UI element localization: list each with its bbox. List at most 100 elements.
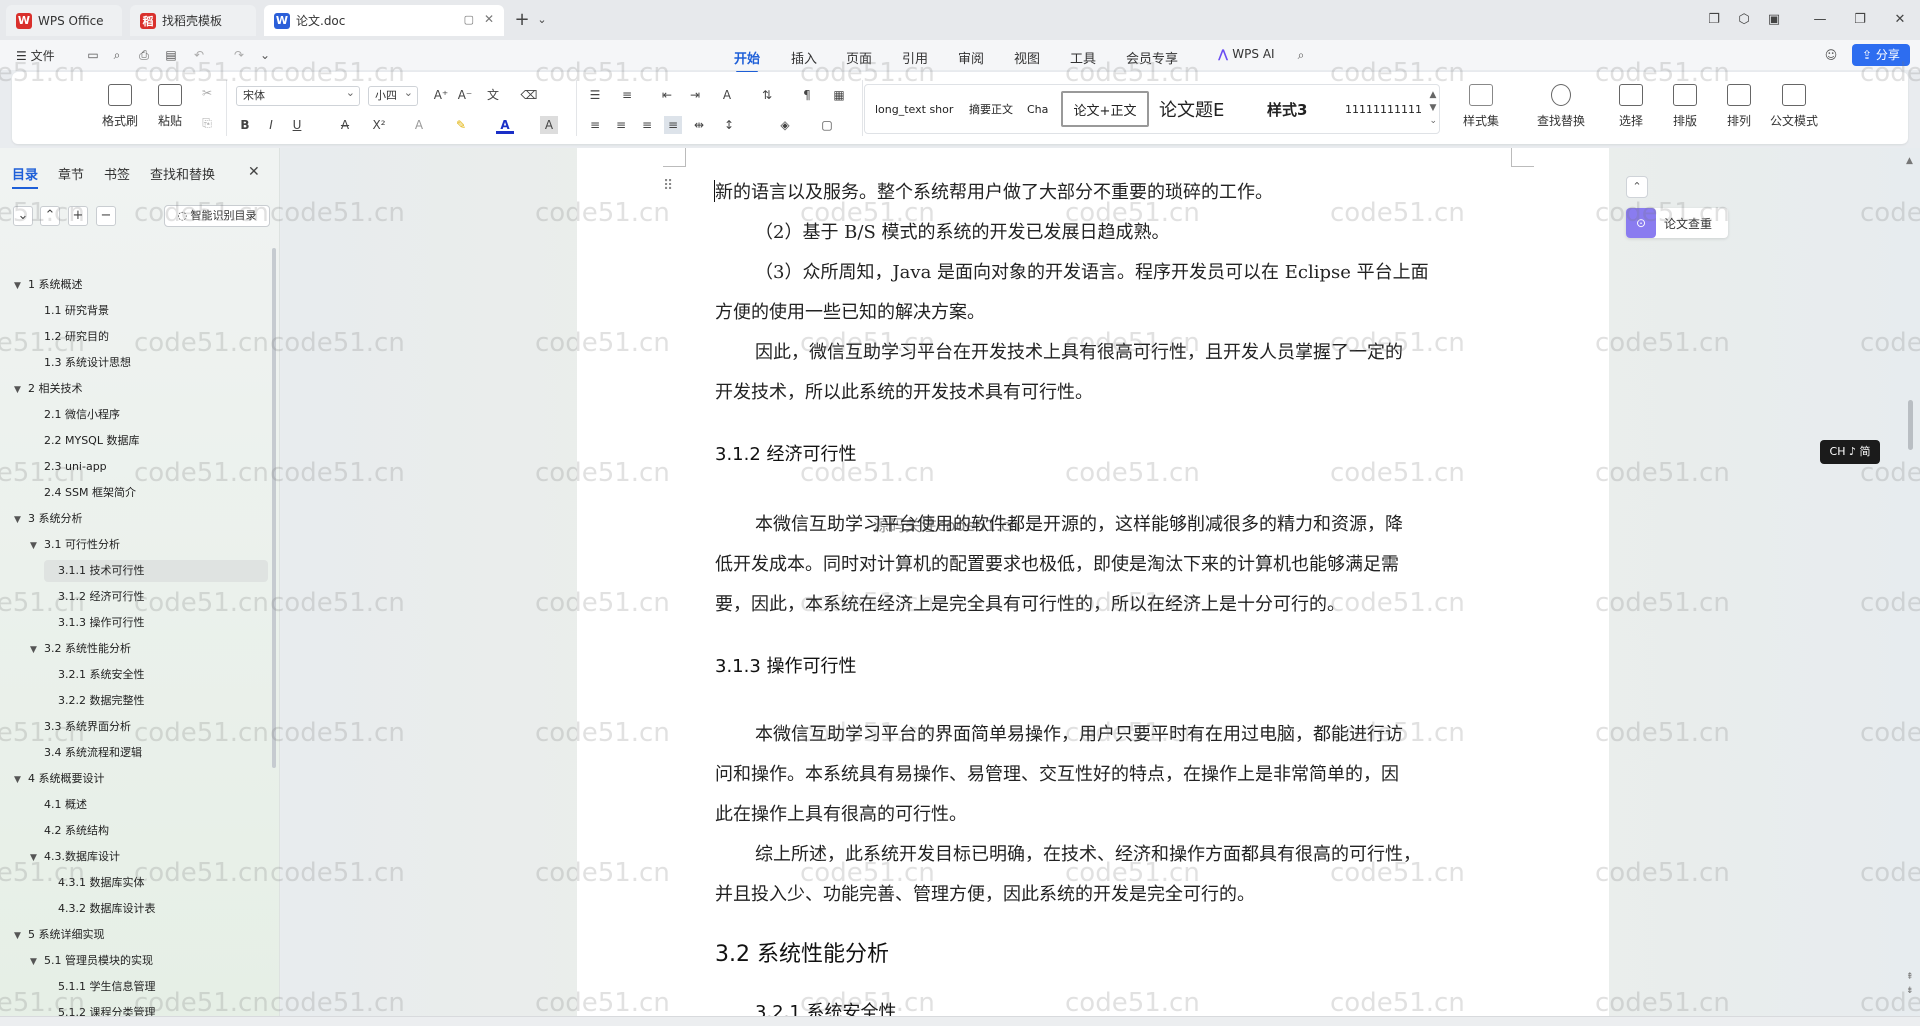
paste-button[interactable]: 粘贴 <box>148 84 192 129</box>
drag-handle-icon[interactable]: ⠿ <box>663 178 673 194</box>
window-mode-icon[interactable]: ▢ <box>464 13 474 26</box>
arrange-button[interactable]: 排列 <box>1716 84 1762 129</box>
toc-item[interactable]: 4.3.2 数据库设计表 <box>44 898 156 920</box>
redo-icon[interactable]: ↷ <box>230 46 248 64</box>
toc-item[interactable]: ▼ 5 系统详细实现 <box>14 924 105 946</box>
show-marks-icon[interactable]: ¶ <box>798 86 816 104</box>
toc-item[interactable]: ▼ 5.1 管理员模块的实现 <box>30 950 153 972</box>
toc-item[interactable]: ▼ 3.1 可行性分析 <box>30 534 120 556</box>
expand-arrow-icon[interactable]: ▼ <box>30 847 44 869</box>
tab-references[interactable]: 引用 <box>902 48 928 67</box>
tab-member[interactable]: 会员专享 <box>1126 48 1178 67</box>
align-center-icon[interactable]: ≡ <box>612 116 630 134</box>
close-tab-icon[interactable]: ✕ <box>484 12 494 26</box>
close-window-icon[interactable]: ✕ <box>1890 10 1910 30</box>
expand-arrow-icon[interactable]: ▼ <box>14 275 28 297</box>
paragraph[interactable]: 新的语言以及服务。整个系统帮用户做了大部分不重要的琐碎的工作。 <box>715 178 1273 204</box>
toc-item[interactable]: 3.4 系统流程和逻辑 <box>30 742 142 764</box>
chat-icon[interactable]: ☺ <box>1822 46 1840 64</box>
expand-arrow-icon[interactable]: ▼ <box>30 639 44 661</box>
toc-item[interactable]: ▼ 1 系统概述 <box>14 274 83 296</box>
restore-icon[interactable]: ❐ <box>1850 10 1870 30</box>
border-icon[interactable]: ▢ <box>818 116 836 134</box>
superscript-icon[interactable]: X² <box>370 116 388 134</box>
select-button[interactable]: 选择 <box>1606 84 1656 129</box>
toc-item[interactable]: 2.4 SSM 框架简介 <box>30 482 136 504</box>
toc-item[interactable]: 4.1 概述 <box>30 794 87 816</box>
tab-tools[interactable]: 工具 <box>1070 48 1096 67</box>
toc-item[interactable]: ▼ 4.3.数据库设计 <box>30 846 120 868</box>
print-icon[interactable]: ⎙ <box>135 46 153 64</box>
undo-icon[interactable]: ↶ <box>190 46 208 64</box>
collapse-panel-icon[interactable]: ⌃ <box>1626 176 1648 198</box>
nav-tab-find-replace[interactable]: 查找和替换 <box>150 164 215 183</box>
format-brush-button[interactable]: 格式刷 <box>98 84 142 129</box>
heading-2[interactable]: 3.2 系统性能分析 <box>715 936 889 968</box>
paragraph[interactable]: 问和操作。本系统具有易操作、易管理、交互性好的特点，在操作上是非常简单的，因 <box>715 760 1399 786</box>
ime-indicator[interactable]: CH ♪ 简 <box>1820 440 1880 464</box>
style-item[interactable]: 样式3 <box>1267 85 1327 133</box>
paragraph[interactable]: 低开发成本。同时对计算机的配置要求也极低，即使是淘汰下来的计算机也能够满足需 <box>715 550 1399 576</box>
search-icon[interactable]: ⌕ <box>1292 46 1310 64</box>
add-heading-icon[interactable]: + <box>68 206 88 226</box>
paragraph[interactable]: 本微信互助学习平台的界面简单易操作，用户只要平时有在用过电脑，都能进行访 <box>755 720 1403 746</box>
remove-heading-icon[interactable]: − <box>96 206 116 226</box>
phonetic-icon[interactable]: 文 <box>484 86 502 104</box>
tab-wps-office[interactable]: W WPS Office <box>6 5 122 36</box>
nav-tab-bookmarks[interactable]: 书签 <box>104 164 130 183</box>
grow-font-icon[interactable]: A⁺ <box>432 86 450 104</box>
align-right-icon[interactable]: ≡ <box>638 116 656 134</box>
cube-icon[interactable]: ⬡ <box>1734 10 1754 30</box>
toc-item[interactable]: 3.1.2 经济可行性 <box>44 586 145 608</box>
char-shading-icon[interactable]: A <box>540 116 558 134</box>
shading-icon[interactable]: ◈ <box>776 116 794 134</box>
tab-list-chevron-icon[interactable]: ⌄ <box>532 10 552 30</box>
new-tab-button[interactable]: + <box>512 10 532 30</box>
italic-icon[interactable]: I <box>262 116 280 134</box>
paragraph[interactable]: 此在操作上具有很高的可行性。 <box>715 800 967 826</box>
layout-button[interactable]: 排版 <box>1662 84 1708 129</box>
paragraph[interactable]: 因此，微信互助学习平台在开发技术上具有很高可行性，且开发人员掌握了一定的 <box>755 338 1403 364</box>
paragraph[interactable]: 综上所述，此系统开发目标已明确，在技术、经济和操作方面都具有很高的可行性， <box>755 840 1421 866</box>
tab-insert[interactable]: 插入 <box>791 48 817 67</box>
increase-indent-icon[interactable]: ⇥ <box>686 86 704 104</box>
close-pane-icon[interactable]: ✕ <box>248 164 260 180</box>
scroll-up-icon[interactable]: ▲ <box>1906 156 1913 166</box>
font-color-icon[interactable]: A <box>496 116 514 134</box>
style-set-button[interactable]: 样式集 <box>1456 84 1506 129</box>
table-icon[interactable]: ▦ <box>830 86 848 104</box>
expand-up-icon[interactable]: ⌃ <box>40 206 60 226</box>
expand-arrow-icon[interactable]: ▼ <box>30 951 44 973</box>
line-spacing-icon[interactable]: ↕ <box>720 116 738 134</box>
toc-item[interactable]: ▼ 2 相关技术 <box>14 378 83 400</box>
toc-item[interactable]: 2.2 MYSQL 数据库 <box>30 430 139 452</box>
file-menu[interactable]: ☰ 文件 <box>16 47 55 64</box>
tab-home[interactable]: 开始 <box>734 48 760 73</box>
style-item[interactable]: 论文题E <box>1159 85 1249 133</box>
nav-tab-chapters[interactable]: 章节 <box>58 164 84 183</box>
expand-arrow-icon[interactable]: ▼ <box>14 925 28 947</box>
toc-item[interactable]: 4.3.1 数据库实体 <box>44 872 145 894</box>
layout-icon[interactable]: ❐ <box>1704 10 1724 30</box>
sort-icon[interactable]: ⇅ <box>758 86 776 104</box>
expand-arrow-icon[interactable]: ▼ <box>14 509 28 531</box>
toc-item[interactable]: ▼ 4 系统概要设计 <box>14 768 105 790</box>
underline-icon[interactable]: U <box>288 116 306 134</box>
toc-item[interactable]: 5.1.1 学生信息管理 <box>44 976 156 998</box>
paragraph[interactable]: 要，因此，本系统在经济上是完全具有可行性的，所以在经济上是十分可行的。 <box>715 590 1345 616</box>
nav-scrollbar[interactable] <box>272 248 276 768</box>
toc-item[interactable]: 4.2 系统结构 <box>30 820 109 842</box>
toc-item[interactable]: 3.3 系统界面分析 <box>30 716 131 738</box>
minimize-icon[interactable]: — <box>1810 10 1830 30</box>
paragraph[interactable]: （3）众所周知，Java 是面向对象的开发语言。程序开发员可以在 Eclipse… <box>755 258 1429 284</box>
paragraph[interactable]: 方便的使用一些已知的解决方案。 <box>715 298 985 324</box>
doc-scrollbar[interactable] <box>1908 400 1913 450</box>
toc-item[interactable]: 3.1.1 技术可行性 <box>44 560 268 582</box>
paragraph[interactable]: 并且投入少、功能完善、管理方便，因此系统的开发是完全可行的。 <box>715 880 1255 906</box>
share-button[interactable]: ⇪ 分享 <box>1852 44 1910 66</box>
style-item-selected[interactable]: 论文+正文 <box>1061 91 1149 127</box>
page-nav-icon[interactable]: ⇞ ⇟ <box>1906 970 1914 998</box>
toc-item[interactable]: 3.2.2 数据完整性 <box>44 690 145 712</box>
plagiarism-check-button[interactable]: ⊙ 论文查重 <box>1626 208 1728 238</box>
highlight-icon[interactable]: ✎ <box>452 116 470 134</box>
